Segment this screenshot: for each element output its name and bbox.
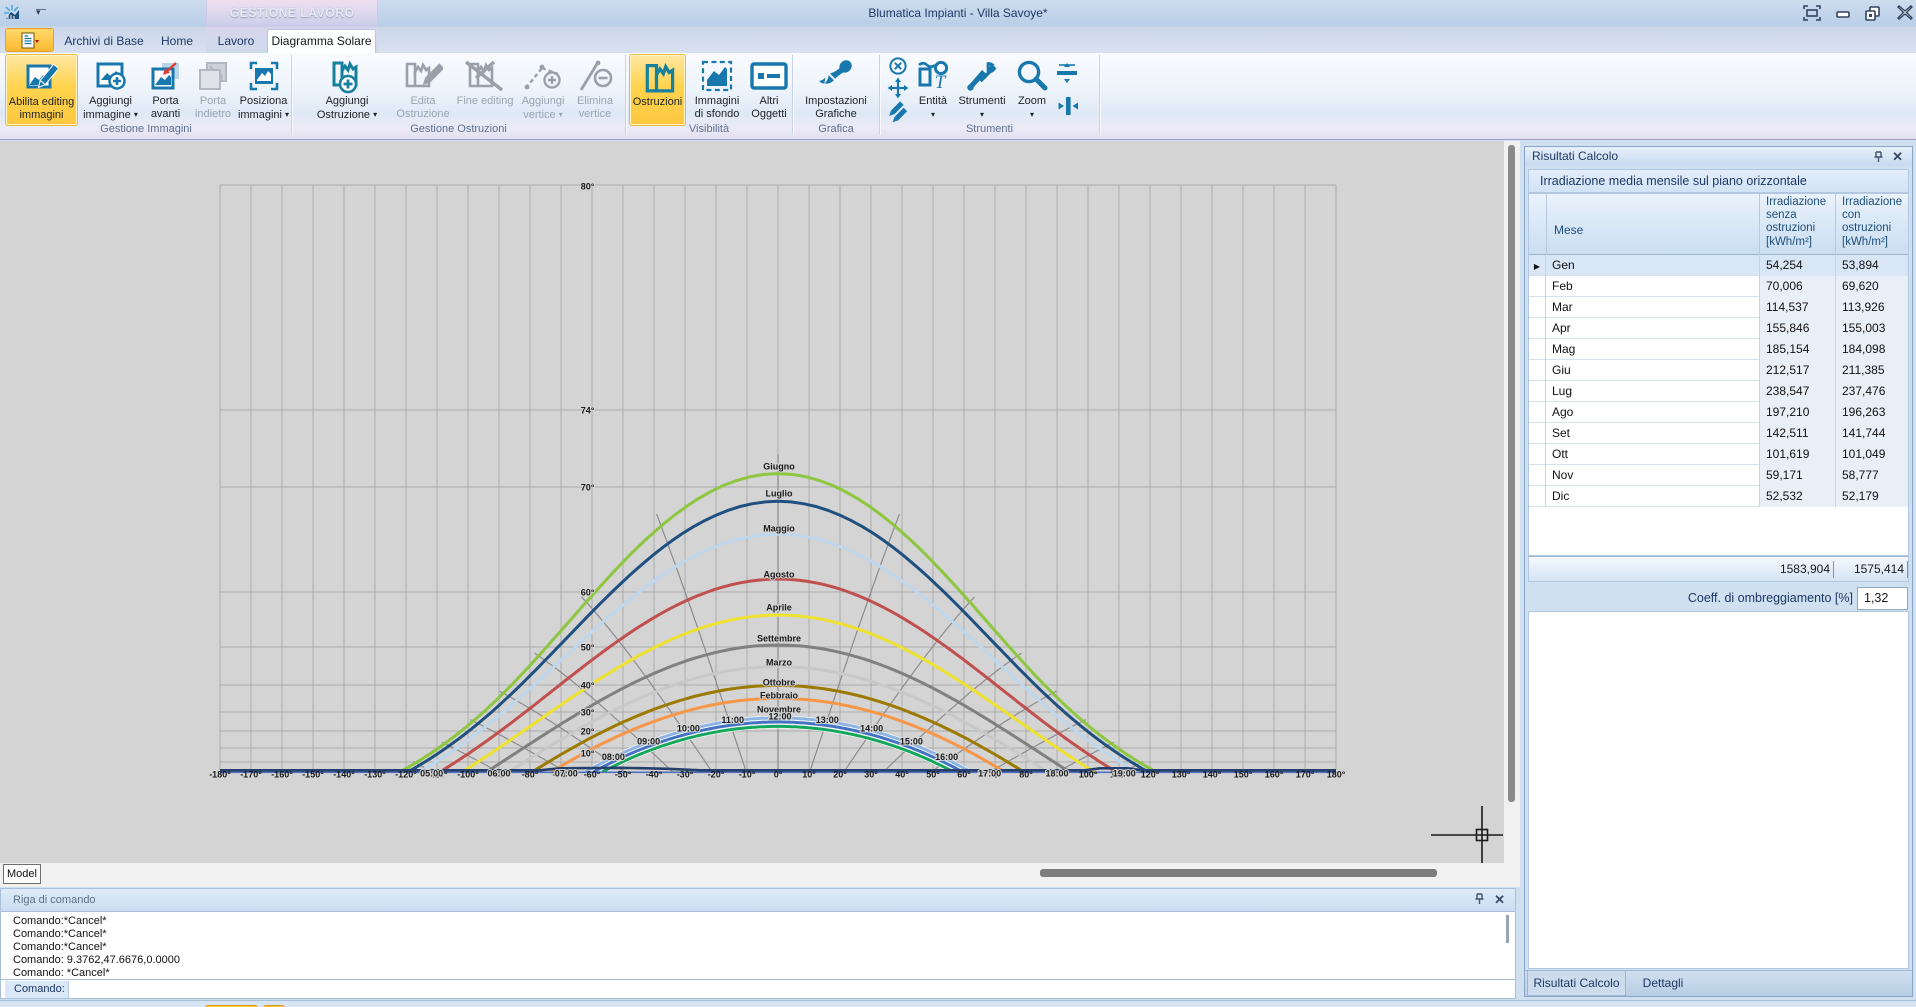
svg-text:-80°: -80°	[522, 770, 539, 780]
svg-text:10:00: 10:00	[677, 724, 700, 734]
svg-text:-180°: -180°	[209, 770, 231, 780]
svg-text:-150°: -150°	[302, 770, 324, 780]
svg-text:10°: 10°	[802, 770, 816, 780]
svg-text:15:00: 15:00	[900, 737, 923, 747]
svg-text:74°: 74°	[581, 406, 595, 416]
svg-text:40°: 40°	[581, 681, 595, 691]
svg-text:-10°: -10°	[739, 770, 756, 780]
svg-text:170°: 170°	[1296, 770, 1315, 780]
svg-text:30°: 30°	[581, 708, 595, 718]
svg-text:0°: 0°	[774, 770, 783, 780]
svg-text:19:00: 19:00	[1113, 769, 1136, 779]
svg-text:140°: 140°	[1203, 770, 1222, 780]
svg-text:60°: 60°	[581, 588, 595, 598]
svg-text:130°: 130°	[1172, 770, 1191, 780]
svg-text:Maggio: Maggio	[763, 524, 795, 534]
svg-text:-140°: -140°	[333, 770, 355, 780]
svg-text:30°: 30°	[864, 770, 878, 780]
svg-text:08:00: 08:00	[602, 752, 625, 762]
svg-text:-170°: -170°	[240, 770, 262, 780]
svg-text:14:00: 14:00	[860, 724, 883, 734]
svg-text:-120°: -120°	[395, 770, 417, 780]
svg-text:20°: 20°	[833, 770, 847, 780]
svg-text:-130°: -130°	[364, 770, 386, 780]
svg-text:Aprile: Aprile	[766, 603, 792, 613]
svg-text:-40°: -40°	[646, 770, 663, 780]
svg-text:-50°: -50°	[615, 770, 632, 780]
svg-text:50°: 50°	[581, 643, 595, 653]
svg-text:-20°: -20°	[708, 770, 725, 780]
svg-text:16:00: 16:00	[935, 752, 958, 762]
svg-text:20°: 20°	[581, 727, 595, 737]
svg-text:180°: 180°	[1327, 770, 1346, 780]
svg-text:-30°: -30°	[677, 770, 694, 780]
svg-text:70°: 70°	[581, 483, 595, 493]
svg-text:10°: 10°	[581, 749, 595, 759]
svg-text:Giugno: Giugno	[763, 462, 795, 472]
svg-text:T: T	[935, 72, 947, 91]
svg-text:160°: 160°	[1265, 770, 1284, 780]
svg-text:Febbraio: Febbraio	[760, 691, 799, 701]
svg-text:06:00: 06:00	[487, 769, 510, 779]
svg-text:Agosto: Agosto	[764, 570, 795, 580]
svg-text:11:00: 11:00	[721, 715, 744, 725]
svg-text:-60°: -60°	[584, 770, 601, 780]
svg-text:100°: 100°	[1079, 770, 1098, 780]
svg-text:Ottobre: Ottobre	[763, 678, 796, 688]
svg-text:Settembre: Settembre	[757, 634, 801, 644]
svg-text:17:00: 17:00	[978, 769, 1001, 779]
svg-text:50°: 50°	[926, 770, 940, 780]
svg-text:09:00: 09:00	[637, 737, 660, 747]
svg-text:12:00: 12:00	[768, 712, 791, 722]
svg-text:18:00: 18:00	[1045, 769, 1068, 779]
svg-text:120°: 120°	[1141, 770, 1160, 780]
svg-text:Luglio: Luglio	[766, 489, 793, 499]
svg-text:05:00: 05:00	[420, 769, 443, 779]
svg-text:13:00: 13:00	[816, 715, 839, 725]
svg-text:07:00: 07:00	[555, 769, 578, 779]
svg-text:-100°: -100°	[457, 770, 479, 780]
svg-text:60°: 60°	[957, 770, 971, 780]
svg-text:40°: 40°	[895, 770, 909, 780]
svg-text:Marzo: Marzo	[766, 658, 793, 668]
svg-text:80°: 80°	[1019, 770, 1033, 780]
svg-text:80°: 80°	[581, 182, 595, 192]
svg-text:150°: 150°	[1234, 770, 1253, 780]
svg-text:-160°: -160°	[271, 770, 293, 780]
